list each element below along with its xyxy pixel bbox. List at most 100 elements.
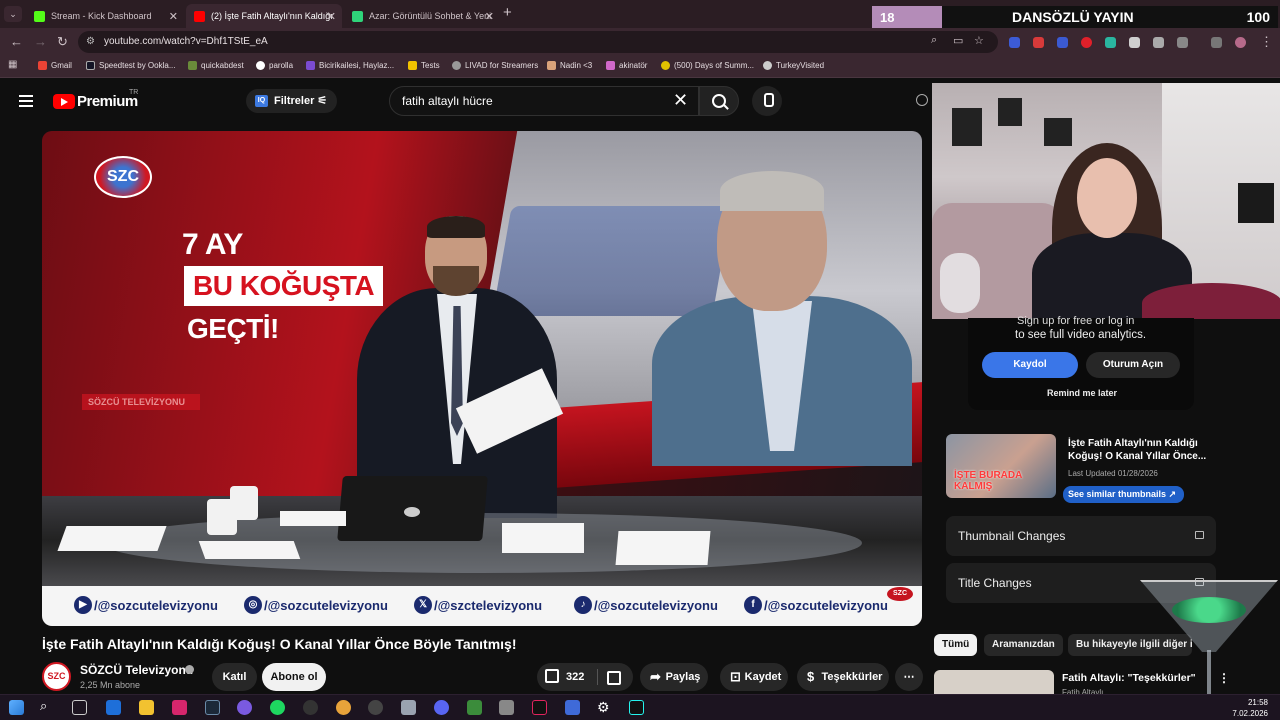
like-icon[interactable] <box>545 669 559 683</box>
app-icon[interactable] <box>467 700 482 715</box>
social-handle: /@sozcutelevizyonu <box>264 597 388 613</box>
remind-later-link[interactable]: Remind me later <box>1047 388 1117 398</box>
obs-icon[interactable] <box>303 700 318 715</box>
tab-search-button[interactable]: ⌄ <box>4 6 22 22</box>
copilot-icon[interactable] <box>106 700 121 715</box>
tab-azar[interactable]: Azar: Görüntülü Sohbet & Yeni ✕ <box>344 4 500 28</box>
hamburger-menu-icon[interactable] <box>19 95 33 107</box>
recommended-title[interactable]: Fatih Altaylı: "Teşekkürler" <box>1062 672 1196 684</box>
file-explorer-icon[interactable] <box>139 700 154 715</box>
menu-kebab-icon[interactable]: ⋮ <box>1260 34 1273 50</box>
windows-start-icon[interactable] <box>9 700 24 715</box>
filters-button[interactable]: IQ Filtreler ⚟ <box>246 89 338 113</box>
bookmark-akinator[interactable]: akinatör <box>606 61 647 70</box>
chip-all[interactable]: Tümü <box>934 634 978 656</box>
spotify-icon[interactable] <box>270 700 285 715</box>
chip-from-search[interactable]: Aramanızdan <box>984 634 1063 656</box>
close-icon[interactable]: ✕ <box>169 10 178 23</box>
avatar[interactable] <box>1235 37 1246 48</box>
site-info-icon[interactable]: ⚙ <box>86 31 95 53</box>
bookmark-500days[interactable]: (500) Days of Summ... <box>661 61 754 70</box>
app-icon[interactable] <box>237 700 252 715</box>
app-icon[interactable] <box>401 700 416 715</box>
recommended-thumbnail[interactable] <box>934 670 1054 694</box>
verified-badge-icon <box>185 665 194 674</box>
settings-gear-icon[interactable]: ⚙ <box>597 700 612 715</box>
url-text: youtube.com/watch?v=Dhf1TStE_eA <box>104 36 268 47</box>
zoom-icon[interactable]: ⌕ <box>931 34 937 47</box>
similar-thumbnails-button[interactable]: See similar thumbnails ↗ <box>1063 486 1184 503</box>
clear-search-icon[interactable]: ✕ <box>673 91 688 109</box>
system-clock[interactable]: 21:58 7.02.2026 <box>1232 697 1268 719</box>
tiktok-icon[interactable] <box>629 700 644 715</box>
channel-strip: SÖZCÜ TELEVİZYONU <box>82 394 200 410</box>
dislike-icon[interactable] <box>607 671 621 685</box>
tiktok-icon[interactable] <box>532 700 547 715</box>
app-icon[interactable] <box>565 700 580 715</box>
bookmark-gmail[interactable]: Gmail <box>38 61 72 70</box>
puzzle-icon[interactable] <box>1177 37 1188 48</box>
chip-related[interactable]: Bu hikayeyle ilgili diğer i <box>1068 634 1192 656</box>
search-button[interactable] <box>699 86 739 116</box>
reload-icon[interactable]: ↻ <box>57 34 68 50</box>
steam-icon[interactable] <box>205 700 220 715</box>
task-view-icon[interactable] <box>72 700 87 715</box>
instagram-icon: ◎ <box>244 596 262 614</box>
subscribe-button[interactable]: Abone ol <box>262 663 326 691</box>
more-options-icon[interactable]: ⋮ <box>1218 671 1230 685</box>
search-icon[interactable]: ⌕ <box>40 698 47 714</box>
video-player[interactable]: SZC 7 AY BU KOĞUŞTA GEÇTİ! SÖZCÜ TELEVİZ… <box>42 131 922 626</box>
bookmark-livad[interactable]: LIVAD for Streamers <box>452 61 538 70</box>
close-icon[interactable]: ✕ <box>327 10 336 23</box>
youtube-icon: ▶ <box>74 596 92 614</box>
forward-icon[interactable]: → <box>34 34 47 49</box>
bookmark-quickabdest[interactable]: quickabdest <box>188 61 244 70</box>
extension-icon[interactable] <box>1033 37 1044 48</box>
thanks-button[interactable]: $ Teşekkürler <box>797 663 889 691</box>
search-input[interactable]: fatih altaylı hücre <box>389 86 699 116</box>
extension-icon[interactable] <box>1057 37 1068 48</box>
url-bar[interactable]: ⚙ youtube.com/watch?v=Dhf1TStE_eA <box>78 31 998 53</box>
app-icon[interactable] <box>499 700 514 715</box>
app-icon[interactable] <box>172 700 187 715</box>
reading-list-icon[interactable] <box>1211 37 1222 48</box>
more-actions-button[interactable]: ⋯ <box>895 663 923 691</box>
bookmark-star-icon[interactable]: ☆ <box>974 34 984 47</box>
bookmark-label: TurkeyVisited <box>776 61 825 70</box>
share-button[interactable]: ➦ Paylaş <box>640 663 708 691</box>
voice-search-button[interactable] <box>752 86 782 116</box>
channel-avatar[interactable]: SZC <box>42 662 71 691</box>
tab-kick-dashboard[interactable]: Stream - Kick Dashboard ✕ <box>26 4 184 28</box>
extension-icon[interactable] <box>1153 37 1164 48</box>
bookmark-tests[interactable]: Tests <box>408 61 440 70</box>
extension-icon[interactable] <box>1129 37 1140 48</box>
bookmark-speedtest[interactable]: Speedtest by Ookla... <box>86 61 176 70</box>
back-icon[interactable]: ← <box>10 34 23 49</box>
tab-youtube[interactable]: (2) İşte Fatih Altaylı'nın Kaldığı ✕ <box>186 4 342 28</box>
app-icon[interactable] <box>368 700 383 715</box>
signup-button[interactable]: Kaydol <box>982 352 1078 378</box>
save-button[interactable]: ⊡ Kaydet <box>720 663 788 691</box>
thumbnail-changes-row[interactable]: Thumbnail Changes <box>946 516 1216 556</box>
bookmark-parolla[interactable]: parolla <box>256 61 293 70</box>
headline-line-2: BU KOĞUŞTA <box>184 266 384 306</box>
join-button[interactable]: Katıl <box>212 663 257 691</box>
extension-icon[interactable] <box>1009 37 1020 48</box>
youtube-logo-icon[interactable] <box>53 94 75 109</box>
channel-name[interactable]: SÖZCÜ Televizyonu <box>80 663 193 677</box>
bookmark-turkeyvisited[interactable]: TurkeyVisited <box>763 61 824 70</box>
bookmark-nadin[interactable]: Nadin <3 <box>547 61 592 70</box>
extension-icon[interactable] <box>1081 37 1092 48</box>
chrome-icon[interactable] <box>336 700 351 715</box>
login-button[interactable]: Oturum Açın <box>1086 352 1180 378</box>
apps-grid-icon[interactable]: ▦ <box>8 59 17 70</box>
new-tab-button[interactable]: + <box>503 4 512 21</box>
history-icon[interactable] <box>916 94 928 106</box>
close-icon[interactable]: ✕ <box>485 10 494 23</box>
like-count[interactable]: 322 <box>566 663 584 691</box>
thumbnail-preview[interactable]: İŞTE BURADA KALMIŞ <box>946 434 1056 498</box>
extension-icon[interactable] <box>1105 37 1116 48</box>
bookmark-bicirik[interactable]: Bicirikailesi, Haylaz... <box>306 61 394 70</box>
discord-icon[interactable] <box>434 700 449 715</box>
cast-icon[interactable]: ▭ <box>953 34 963 47</box>
